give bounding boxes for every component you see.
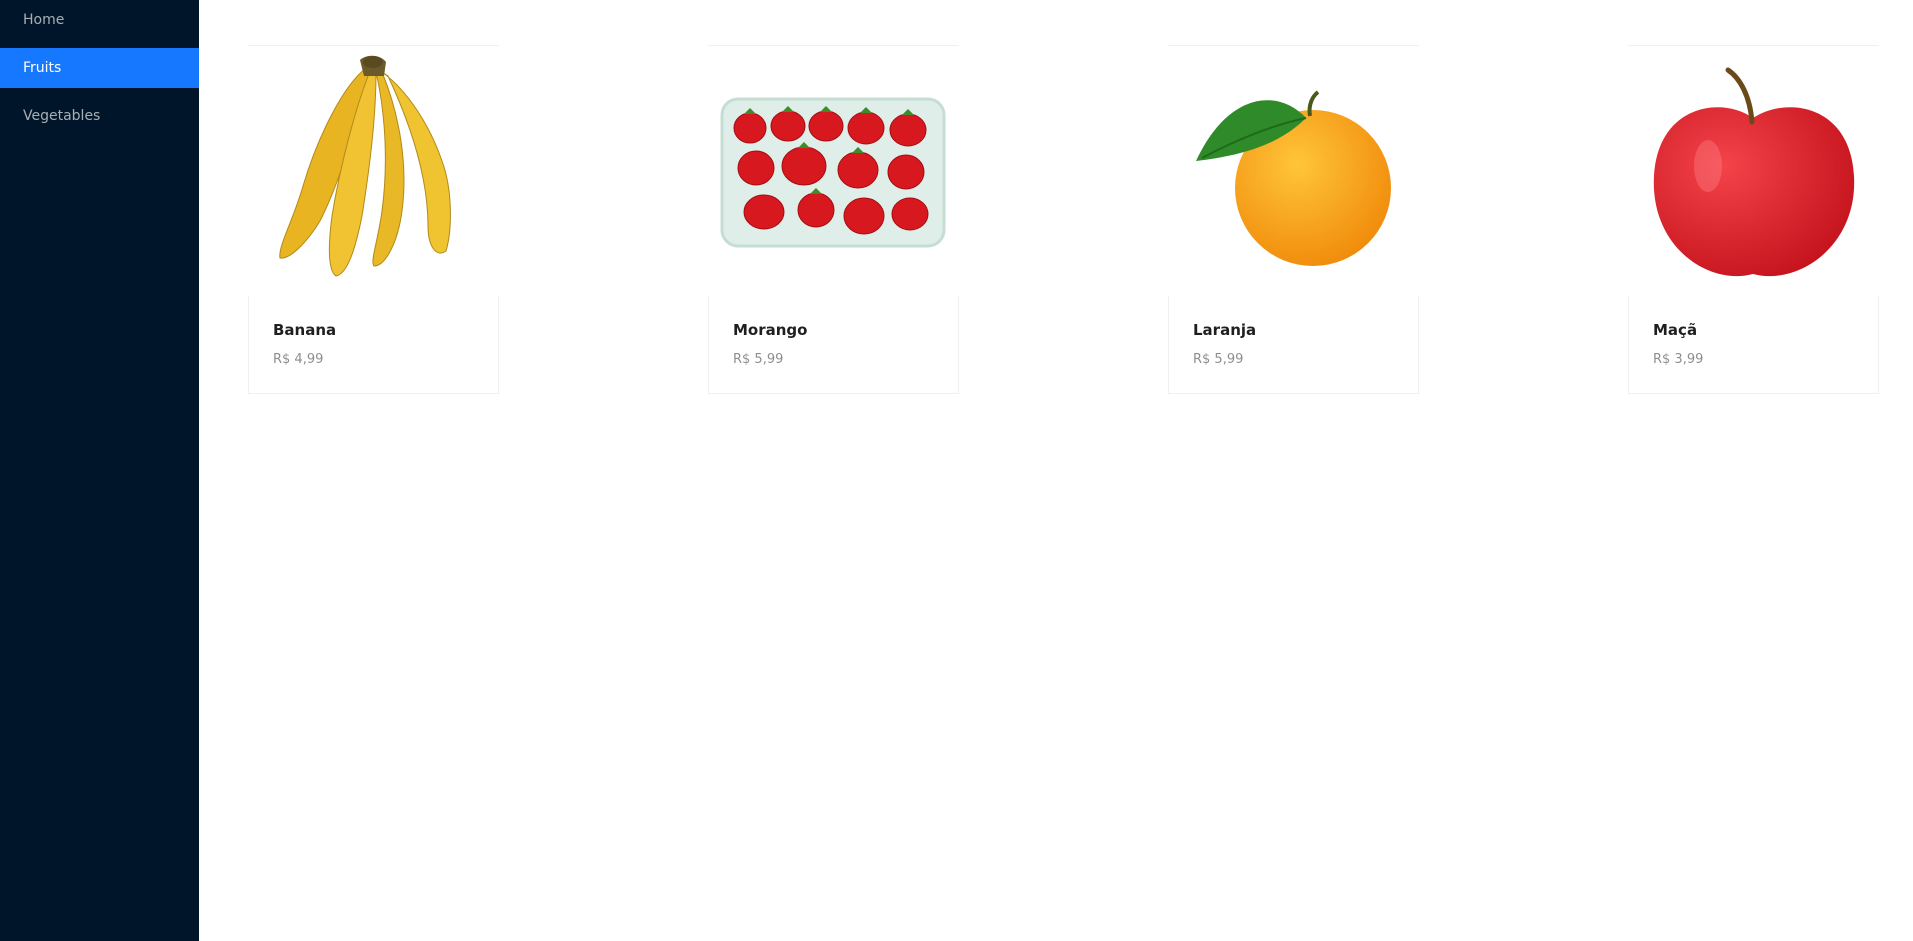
- product-price: R$ 3,99: [1653, 352, 1704, 367]
- product-card-laranja[interactable]: Laranja R$ 5,99: [1168, 45, 1419, 394]
- product-name: Laranja: [1193, 321, 1257, 339]
- sidebar-item-fruits[interactable]: Fruits: [0, 48, 199, 88]
- product-name: Banana: [273, 321, 337, 339]
- product-card-banana[interactable]: Banana R$ 4,99: [248, 45, 499, 394]
- sidebar-item-home[interactable]: Home: [0, 0, 199, 40]
- product-card-maca[interactable]: Maçã R$ 3,99: [1628, 45, 1879, 394]
- product-image-banana: [248, 45, 499, 296]
- product-image-maca: [1628, 45, 1879, 296]
- sidebar-item-label: Vegetables: [23, 108, 101, 124]
- product-price: R$ 5,99: [733, 352, 784, 367]
- product-price: R$ 4,99: [273, 352, 324, 367]
- product-card-body: Maçã R$ 3,99: [1628, 296, 1879, 394]
- sidebar: Home Fruits Vegetables: [0, 0, 199, 941]
- product-price: R$ 5,99: [1193, 352, 1244, 367]
- sidebar-item-label: Home: [23, 12, 65, 28]
- sidebar-item-label: Fruits: [23, 60, 62, 76]
- product-image-morango: [708, 45, 959, 296]
- product-image-laranja: [1168, 45, 1419, 296]
- product-name: Maçã: [1653, 321, 1698, 339]
- product-card-body: Banana R$ 4,99: [248, 296, 499, 394]
- sidebar-item-vegetables[interactable]: Vegetables: [0, 96, 199, 136]
- product-name: Morango: [733, 321, 808, 339]
- product-card-body: Morango R$ 5,99: [708, 296, 959, 394]
- product-grid: Banana R$ 4,99 Morango R$ 5,99 Laranja R…: [199, 0, 1913, 941]
- product-card-morango[interactable]: Morango R$ 5,99: [708, 45, 959, 394]
- product-card-body: Laranja R$ 5,99: [1168, 296, 1419, 394]
